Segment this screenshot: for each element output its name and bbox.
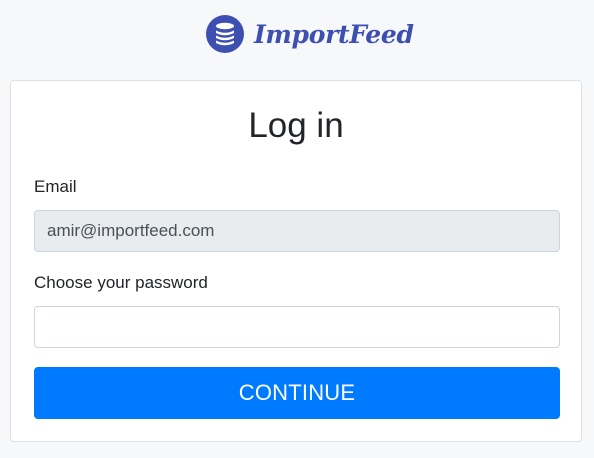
page-title: Log in: [248, 106, 344, 145]
password-field[interactable]: [34, 306, 560, 348]
login-card: Log in Email Choose your password CONTIN…: [10, 80, 582, 442]
brand-name: ImportFeed: [254, 19, 414, 49]
continue-button[interactable]: CONTINUE: [34, 367, 560, 419]
email-label: Email: [34, 177, 77, 196]
password-label: Choose your password: [34, 273, 208, 292]
email-field[interactable]: [34, 210, 560, 252]
brand-logo: ImportFeed: [206, 14, 414, 54]
stacked-coins-icon: [206, 15, 244, 53]
